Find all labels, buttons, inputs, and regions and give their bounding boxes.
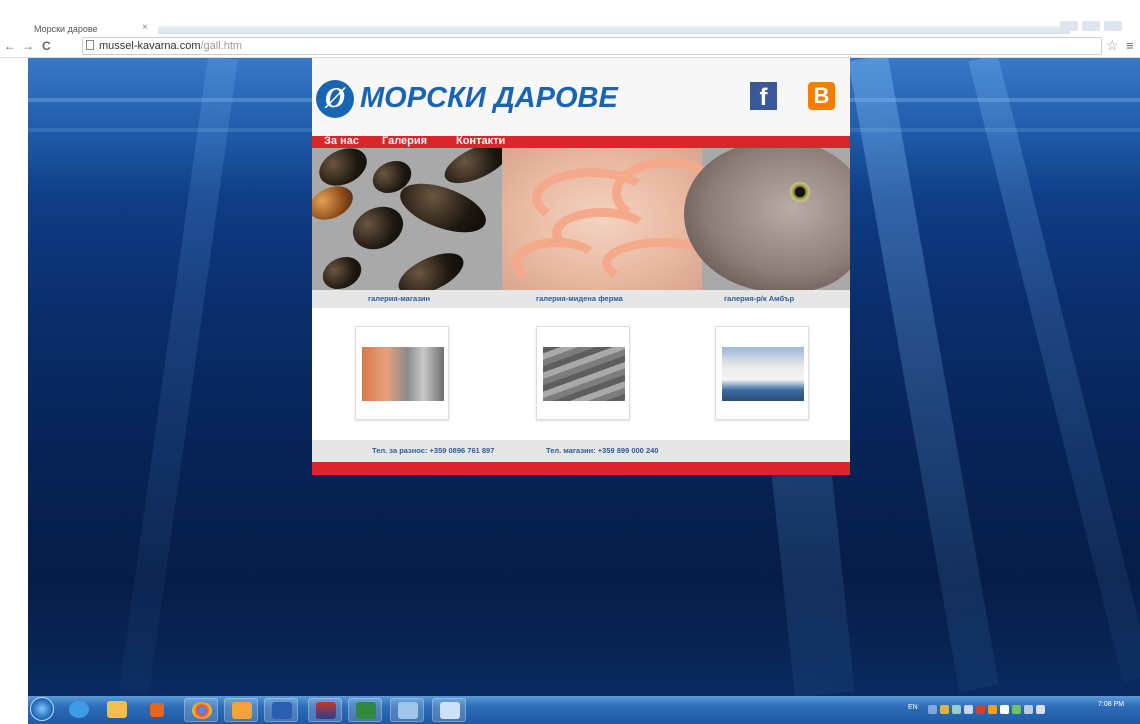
taskbar-chrome[interactable] (184, 698, 218, 722)
page-icon (86, 40, 94, 50)
excel-icon (356, 702, 376, 719)
back-button[interactable]: ← (4, 39, 16, 53)
language-indicator[interactable]: EN (908, 704, 918, 711)
footer-bar (312, 462, 850, 475)
reload-button[interactable]: C (42, 39, 51, 53)
windows-taskbar: EN 7:08 PM (28, 696, 1140, 724)
tray-icon[interactable] (1012, 705, 1021, 714)
url-host: mussel-kavarna.com (99, 40, 201, 52)
nav-gallery[interactable]: Галерия (382, 135, 427, 147)
taskbar-app[interactable] (308, 698, 342, 722)
chrome-icon (192, 702, 212, 719)
taskbar-explorer[interactable] (100, 698, 134, 722)
light-ray (968, 58, 1140, 683)
site-logo[interactable]: МОРСКИ ДАРОВЕ (360, 82, 618, 115)
taskbar-outlook[interactable] (224, 698, 258, 722)
gallery-thumbnails (312, 308, 850, 438)
mussel (393, 173, 493, 243)
nav-contacts[interactable]: Контакти (456, 135, 505, 147)
star-icon[interactable]: ☆ (1106, 37, 1119, 54)
contact-footer: Тел. за разнос: +359 0896 761 897 Тел. м… (312, 440, 850, 462)
paint-icon (398, 702, 418, 719)
tab-strip (158, 26, 1070, 34)
nav-about[interactable]: За нас (324, 135, 359, 147)
tray-icon[interactable] (952, 705, 961, 714)
mussel (317, 250, 367, 290)
thumbnail-shop[interactable] (355, 326, 449, 420)
tray-icon[interactable] (988, 705, 997, 714)
browser-tab[interactable]: Морски дарове × (24, 14, 154, 34)
delivery-phone: Тел. за разнос: +359 0896 761 897 (372, 446, 495, 455)
taskbar-word[interactable] (264, 698, 298, 722)
logo-icon[interactable]: Ø (316, 80, 354, 118)
system-tray: EN 7:08 PM (908, 696, 1140, 724)
close-button[interactable] (1104, 21, 1122, 31)
mussel (345, 198, 411, 258)
clock-time: 7:08 PM (1098, 701, 1125, 708)
gallery-label-boat[interactable]: галерия-р/к Амбър (724, 294, 794, 303)
shrimp (512, 238, 602, 288)
taskbar-paint[interactable] (390, 698, 424, 722)
remote-desktop-icon (440, 702, 460, 719)
thumbnail-image (543, 347, 625, 401)
shop-phone: Тел. магазин: +359 899 000 240 (546, 446, 659, 455)
thumbnail-farm[interactable] (536, 326, 630, 420)
tab-close-icon[interactable]: × (142, 22, 148, 33)
outlook-icon (232, 702, 252, 719)
thumbnail-image (362, 347, 444, 401)
light-ray (848, 58, 999, 692)
gallery-label-farm[interactable]: галерия-мидена ферма (536, 294, 623, 303)
word-icon (272, 702, 292, 719)
browser-tab-bar: Морски дарове × (0, 0, 1140, 34)
hero-banner (312, 148, 850, 290)
gallery-labels: галерия-магазин галерия-мидена ферма гал… (312, 290, 850, 308)
thumbnail-boat[interactable] (715, 326, 809, 420)
forward-button[interactable]: → (22, 39, 34, 53)
address-bar[interactable]: mussel-kavarna.com/gall.htm (82, 37, 1102, 55)
minimize-button[interactable] (1060, 21, 1078, 31)
url-path: /gall.htm (200, 40, 243, 52)
main-nav: За нас Галерия Контакти (312, 135, 850, 148)
website-page: Ø МОРСКИ ДАРОВЕ f B За нас Галерия Конта… (312, 58, 850, 475)
flag-icon (316, 702, 336, 719)
volume-icon[interactable] (1036, 705, 1045, 714)
facebook-icon[interactable]: f (750, 82, 777, 110)
mussel (312, 179, 359, 227)
taskbar-ie[interactable] (62, 698, 96, 722)
desktop-screenshot: Морски дарове × ← → C mussel-kavarna.com… (0, 0, 1140, 724)
media-icon (150, 703, 164, 717)
window-controls (1060, 18, 1140, 32)
tray-icon[interactable] (976, 705, 985, 714)
light-ray (119, 58, 238, 694)
mussel (392, 244, 470, 290)
taskbar-excel[interactable] (348, 698, 382, 722)
thumbnail-image (722, 347, 804, 401)
network-icon[interactable] (1024, 705, 1033, 714)
blogger-icon[interactable]: B (808, 82, 835, 110)
maximize-button[interactable] (1082, 21, 1100, 31)
tray-icon[interactable] (928, 705, 937, 714)
tray-icon[interactable] (940, 705, 949, 714)
menu-icon[interactable]: ≡ (1126, 38, 1134, 53)
tray-icon[interactable] (964, 705, 973, 714)
tab-title: Морски дарове (34, 24, 98, 34)
address-toolbar: ← → C mussel-kavarna.com/gall.htm ☆ ≡ (0, 34, 1140, 58)
gallery-label-shop[interactable]: галерия-магазин (368, 294, 430, 303)
ie-icon (69, 701, 89, 718)
site-header: Ø МОРСКИ ДАРОВЕ f B (312, 58, 850, 136)
taskbar-remote[interactable] (432, 698, 466, 722)
clock[interactable]: 7:08 PM (1098, 700, 1124, 709)
fish-eye (790, 182, 810, 202)
folder-icon (107, 701, 127, 718)
start-button[interactable] (30, 697, 54, 721)
flag-icon[interactable] (1000, 705, 1009, 714)
taskbar-media[interactable] (140, 698, 174, 722)
